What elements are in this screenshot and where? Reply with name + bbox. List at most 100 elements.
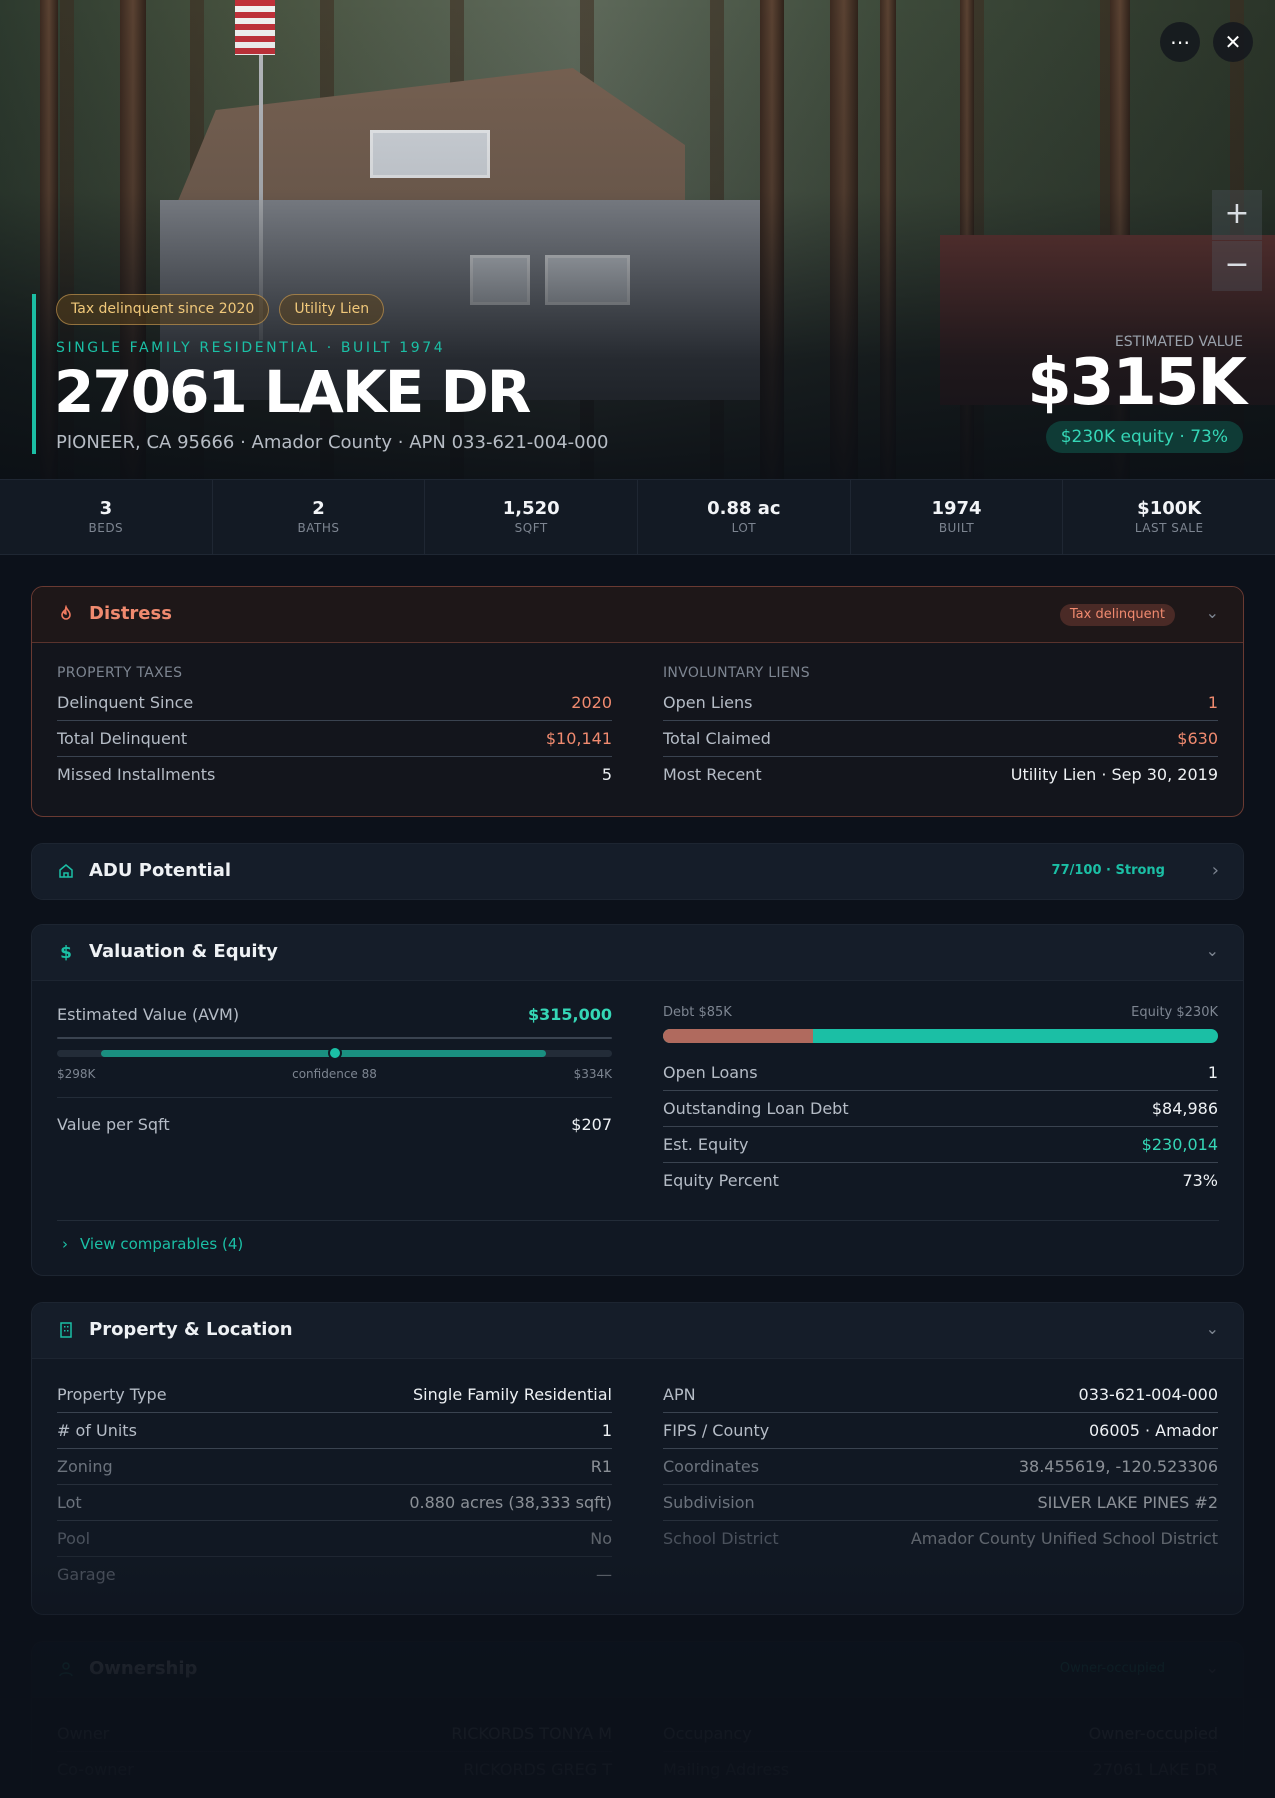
adu-title: ADU Potential — [89, 860, 232, 881]
row-key: Open Liens — [663, 693, 753, 712]
row-value: 1 — [1207, 1063, 1218, 1082]
estimated-value: $315K — [1027, 346, 1247, 420]
table-row: Mailing Address 27061 LAKE DR — [663, 1752, 1218, 1788]
row-key: Open Loans — [663, 1063, 758, 1082]
property-column: Property Type Single Family Residential #… — [57, 1377, 612, 1597]
table-row: Lot 0.880 acres (38,333 sqft) — [57, 1485, 612, 1521]
row-key: Mailing Address — [663, 1760, 790, 1779]
row-key: Subdivision — [663, 1493, 755, 1512]
distress-header[interactable]: Distress Tax delinquent ⌄ — [32, 587, 1243, 643]
equity-label: Equity $230K — [1131, 1005, 1218, 1020]
row-value: Amador County Unified School District — [910, 1529, 1218, 1548]
table-row: School District Amador County Unified Sch… — [663, 1521, 1218, 1557]
row-value: 38.455619, -120.523306 — [1018, 1457, 1218, 1476]
property-location-header[interactable]: Property & Location ⌄ — [32, 1303, 1243, 1359]
stats-bar: 3 BEDS 2 BATHS 1,520 SQFT 0.88 ac LOT 1974 BU… — [0, 479, 1275, 555]
row-key: Most Recent — [663, 765, 762, 784]
table-row: Zoning R1 — [57, 1449, 612, 1485]
stat-built: 1974 BUILT — [851, 480, 1064, 554]
row-value: RICKORDS GREG T — [463, 1760, 612, 1779]
table-row: APN 033-621-004-000 — [663, 1377, 1218, 1413]
stat-value: 1974 — [931, 498, 982, 519]
valuation-card: $ Valuation & Equity ⌄ Estimated Value (… — [31, 924, 1244, 1276]
chevron-down-icon[interactable]: ⌄ — [1206, 941, 1219, 960]
adu-card[interactable]: ADU Potential 77/100 · Strong › — [31, 843, 1244, 900]
property-subtitle: SINGLE FAMILY RESIDENTIAL · BUILT 1974 — [56, 340, 446, 356]
row-value: 0.880 acres (38,333 sqft) — [409, 1493, 612, 1512]
row-value: Utility Lien · Sep 30, 2019 — [1010, 765, 1218, 784]
row-key: Property Type — [57, 1385, 167, 1404]
stat-value: 3 — [99, 498, 113, 519]
row-key: Value per Sqft — [57, 1115, 170, 1134]
row-key: Owner — [57, 1724, 110, 1743]
row-key: Zoning — [57, 1457, 113, 1476]
table-row: # of Units 1 — [57, 1413, 612, 1449]
stat-lot: 0.88 ac LOT — [638, 480, 851, 554]
involuntary-liens-column: INVOLUNTARY LIENS Open Liens 1 Total Clai… — [663, 665, 1218, 805]
stat-label: BATHS — [297, 521, 340, 535]
accent-bar — [32, 294, 36, 454]
tag-list: Tax delinquent since 2020 Utility Lien — [56, 294, 385, 325]
table-row: Open Loans 1 — [663, 1055, 1218, 1091]
flame-icon — [56, 604, 76, 625]
chevron-down-icon[interactable]: ⌄ — [1206, 1319, 1219, 1338]
row-value: $84,986 — [1151, 1099, 1218, 1118]
stat-value: 1,520 — [502, 498, 560, 519]
ownership-title: Ownership — [89, 1658, 198, 1679]
row-key: Missed Installments — [57, 765, 216, 784]
person-icon — [56, 1660, 76, 1680]
row-key: Co-owner — [57, 1760, 134, 1779]
more-options-button[interactable]: ⋯ — [1160, 22, 1200, 62]
row-value: 1 — [1207, 693, 1218, 712]
distress-badge: Tax delinquent — [1059, 604, 1175, 626]
row-key: Outstanding Loan Debt — [663, 1099, 849, 1118]
property-location-card: Property & Location ⌄ Property Type Singl… — [31, 1302, 1244, 1615]
ownership-badge: Owner-occupied — [1059, 1661, 1165, 1676]
stat-label: LOT — [731, 521, 757, 535]
debt-label: Debt $85K — [663, 1005, 732, 1020]
row-value: 06005 · Amador — [1088, 1421, 1218, 1440]
row-key: Est. Equity — [663, 1135, 749, 1154]
valuation-header[interactable]: $ Valuation & Equity ⌄ — [32, 925, 1243, 981]
table-row: Total Claimed $630 — [663, 721, 1218, 757]
row-value: $207 — [571, 1115, 612, 1134]
equity-pill: $230K equity · 73% — [1045, 421, 1243, 453]
property-location-title: Property & Location — [89, 1319, 293, 1340]
stat-beds: 3 BEDS — [0, 480, 213, 554]
confidence-label: confidence 88 — [292, 1067, 377, 1081]
avm-row: Estimated Value (AVM) $315,000 — [57, 997, 612, 1033]
ownership-header[interactable]: Ownership Owner-occupied ⌄ — [32, 1642, 1243, 1698]
close-button[interactable]: ✕ — [1213, 22, 1253, 62]
chevron-right-icon[interactable]: › — [1212, 860, 1219, 881]
view-comparables-link[interactable]: › View comparables (4) — [62, 1235, 243, 1253]
row-value: No — [590, 1529, 612, 1548]
row-key: Total Delinquent — [57, 729, 188, 748]
zoom-in-button[interactable]: + — [1212, 190, 1262, 240]
table-row: Open Liens 1 — [663, 685, 1218, 721]
row-value: 5 — [601, 765, 612, 784]
stat-value: 0.88 ac — [707, 498, 781, 519]
avm-marker — [327, 1046, 342, 1060]
row-value: RICKORDS TONYA M — [451, 1724, 612, 1743]
table-row: Equity Percent 73% — [663, 1163, 1218, 1199]
row-key: Occupancy — [663, 1724, 752, 1743]
avm-column: Estimated Value (AVM) $315,000 $298K con… — [57, 1005, 612, 1145]
zoom-out-button[interactable]: − — [1212, 241, 1262, 291]
location-line: PIONEER, CA 95666 · Amador County · APN … — [56, 432, 609, 453]
adu-score: 77/100 · Strong — [1051, 863, 1165, 878]
range-high: $334K — [573, 1067, 612, 1081]
chevron-down-icon[interactable]: ⌄ — [1206, 1658, 1219, 1677]
divider — [57, 1097, 612, 1098]
row-value: Owner-occupied — [1088, 1724, 1218, 1743]
adu-header[interactable]: ADU Potential 77/100 · Strong › — [32, 844, 1243, 899]
table-row: Garage — — [57, 1557, 612, 1593]
row-key: FIPS / County — [663, 1421, 770, 1440]
stat-label: BUILT — [938, 521, 975, 535]
table-row: Co-owner RICKORDS GREG T — [57, 1752, 612, 1788]
hero-photo: ⋯ ✕ + − Tax delinquent since 2020 Utilit… — [0, 0, 1275, 479]
chevron-down-icon[interactable]: ⌄ — [1206, 603, 1219, 622]
tag-tax-delinquent[interactable]: Tax delinquent since 2020 — [56, 294, 270, 325]
row-key: Coordinates — [663, 1457, 760, 1476]
tag-utility-lien[interactable]: Utility Lien — [279, 294, 385, 325]
distress-title: Distress — [89, 603, 172, 624]
